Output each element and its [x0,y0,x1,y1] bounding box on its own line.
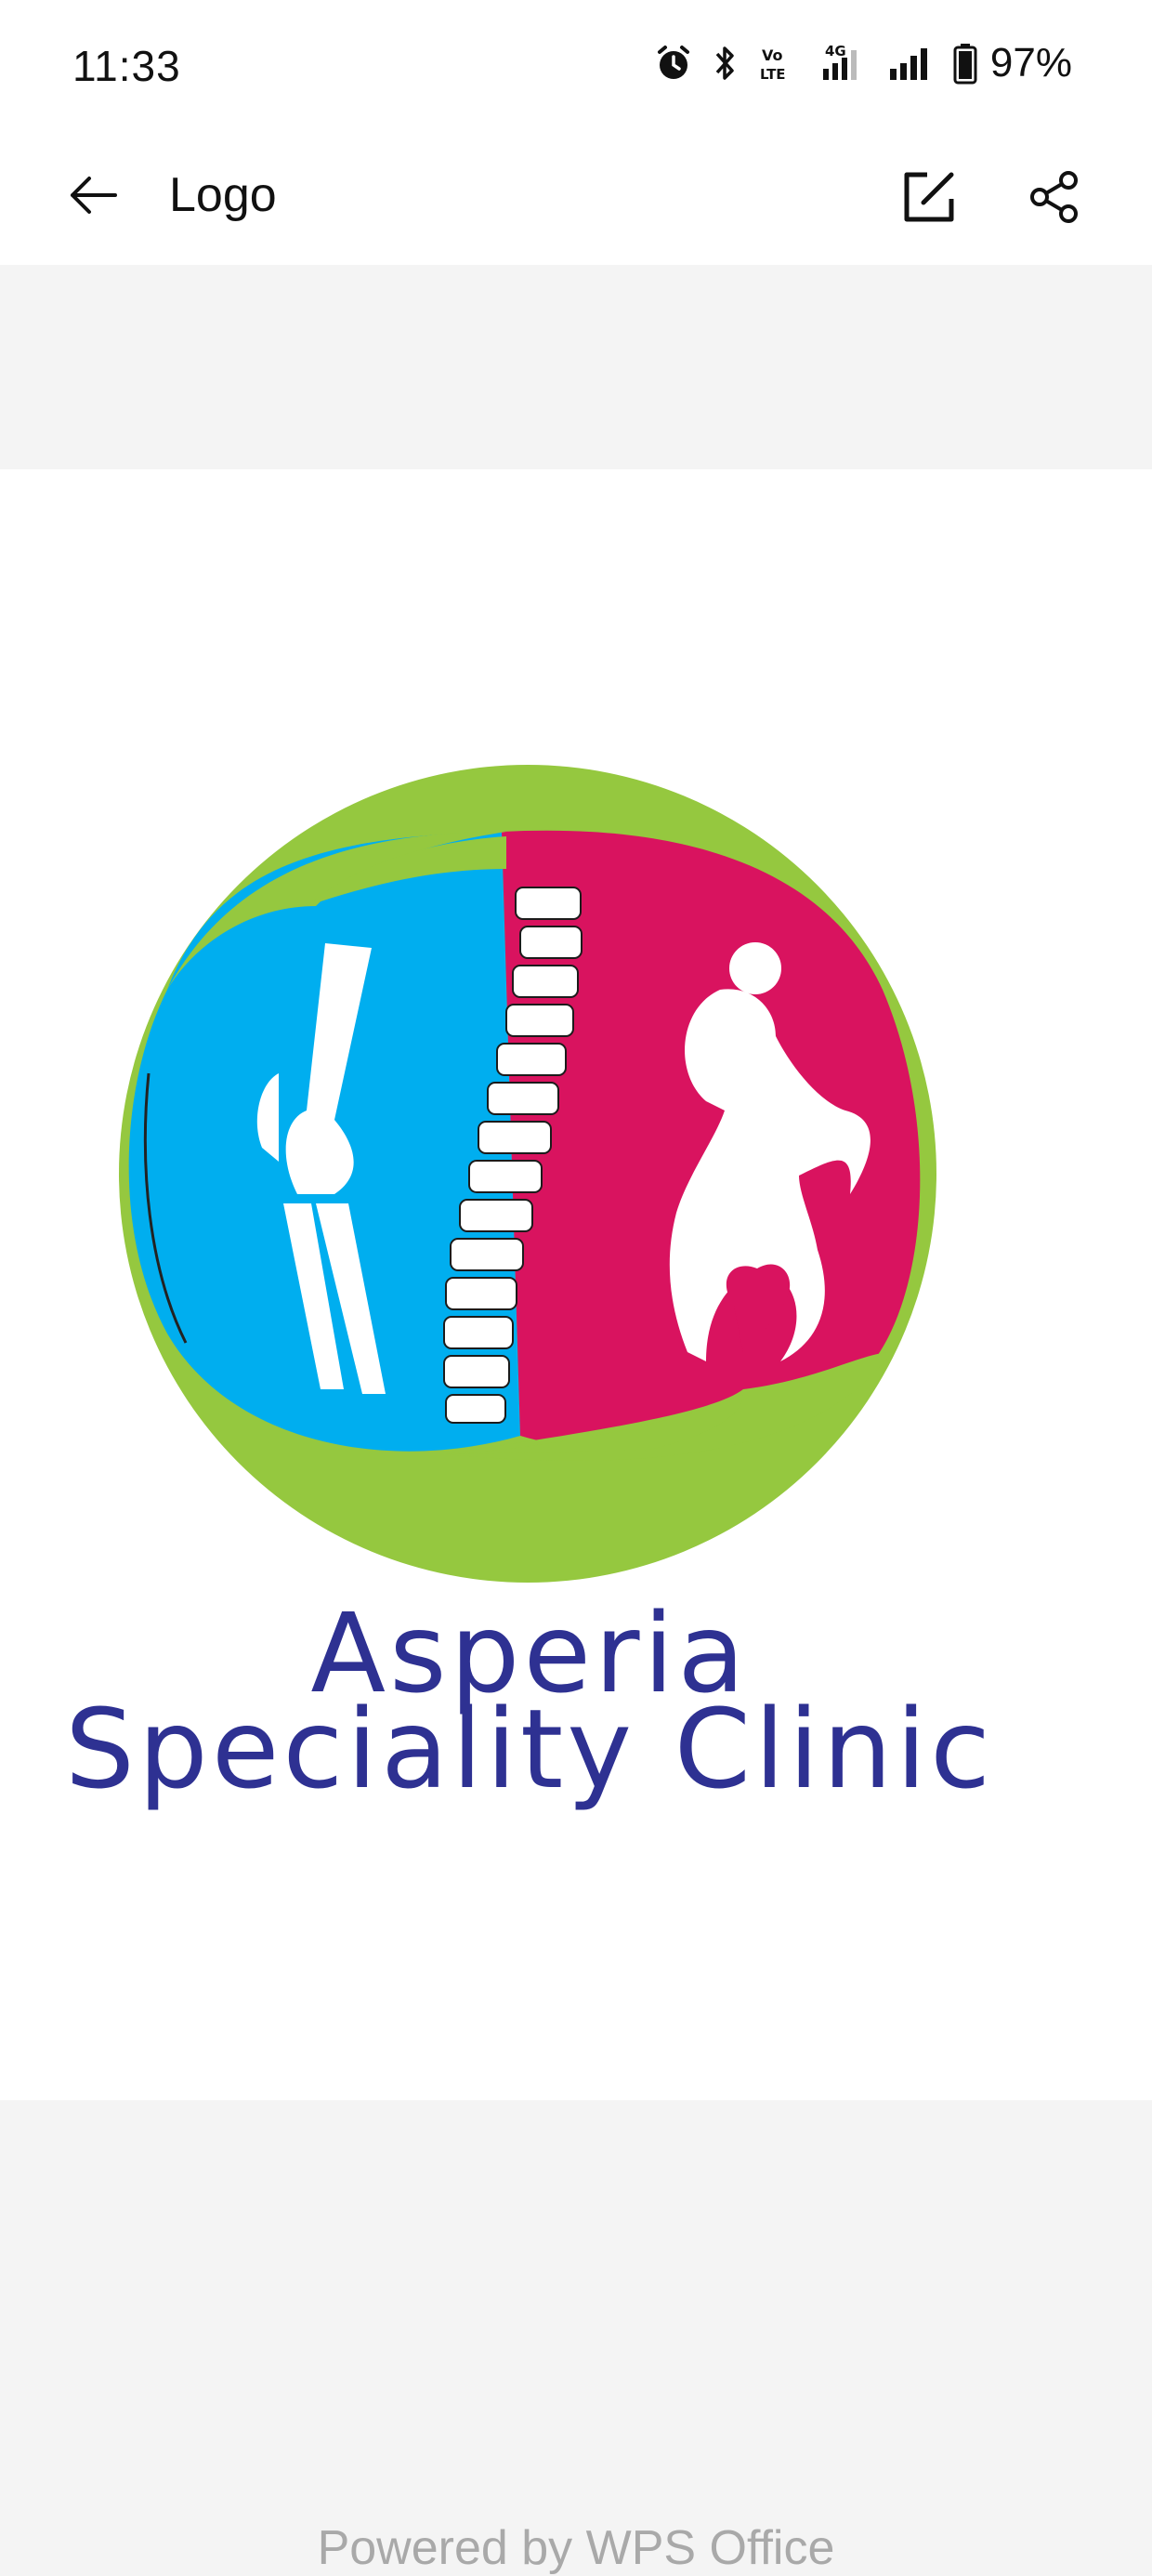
arrow-left-icon [71,177,117,214]
clinic-logo-image [119,765,936,1583]
battery-percent: 97% [989,40,1072,85]
powered-by-footer: Powered by WPS Office [317,2521,835,2575]
share-button[interactable] [1013,155,1096,239]
volte-icon: Vo LTE [758,44,797,83]
page-title: Logo [169,168,277,222]
battery-icon [953,42,977,85]
edit-button[interactable] [887,155,971,239]
document-page: Asperia Speciality Clinic [0,469,1152,2100]
signal-4g-icon: 4G [818,43,866,84]
status-icons: Vo LTE 4G 97% [654,37,1072,89]
app-bar: Logo [0,130,1152,265]
alarm-icon [654,44,693,83]
edit-icon [904,172,954,222]
clinic-name-line2: Speciality Clinic [65,1685,994,1813]
signal-icon [886,43,933,84]
status-bar: 11:33 Vo LTE 4G 97% [0,0,1152,139]
back-button[interactable] [56,158,130,232]
share-icon [1030,171,1078,223]
svg-text:4G: 4G [825,43,846,59]
svg-text:LTE: LTE [760,66,786,83]
status-time: 11:33 [72,42,181,90]
bluetooth-icon [713,43,738,84]
svg-text:Vo: Vo [762,46,783,64]
